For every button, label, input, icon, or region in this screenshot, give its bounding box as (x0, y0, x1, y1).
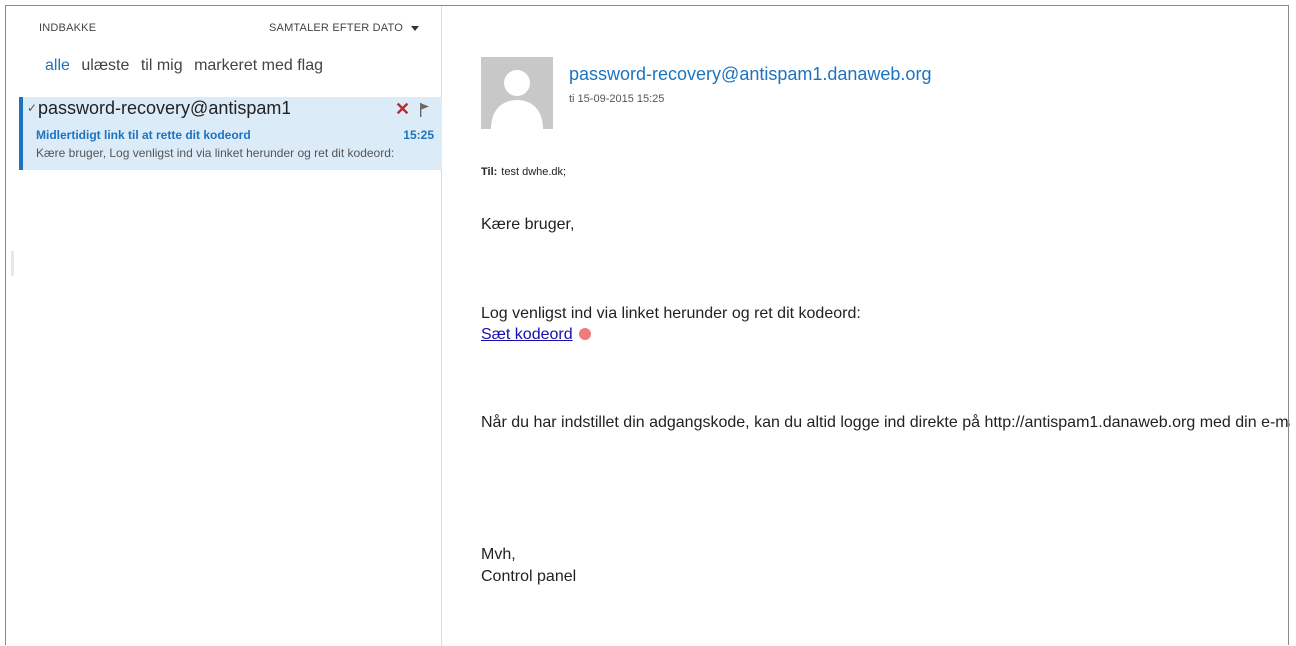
filter-all[interactable]: alle (45, 57, 70, 74)
sent-datetime: ti 15-09-2015 15:25 (569, 93, 665, 105)
pane-edge-marker (11, 251, 14, 276)
instruction-text: Log venligst ind via linket herunder og … (481, 305, 861, 322)
info-text: Når du har indstillet din adgangskode, k… (481, 414, 1290, 431)
reading-pane: password-recovery@antispam1.danaweb.org … (442, 6, 1290, 646)
recipient-line: Til: test dwhe.dk; (481, 166, 566, 178)
flag-icon[interactable] (419, 103, 431, 117)
to-label: Til: (481, 166, 498, 178)
filter-bar: alle ulæste til mig markeret med flag (45, 57, 330, 75)
message-preview: Kære bruger, Log venligst ind via linket… (36, 146, 395, 160)
status-dot (578, 328, 591, 340)
chevron-down-icon (411, 25, 419, 31)
check-icon[interactable]: ✓ (27, 101, 37, 115)
sort-dropdown[interactable]: SAMTALER EFTER DATO (269, 22, 419, 34)
message-sender: password-recovery@antispam1.danaweb.org (38, 98, 290, 118)
set-password-link[interactable]: Sæt kodeord (481, 326, 573, 343)
sender-address[interactable]: password-recovery@antispam1.danaweb.org (569, 64, 931, 85)
mail-window: INDBAKKE SAMTALER EFTER DATO alle ulæste… (5, 5, 1290, 646)
greeting: Kære bruger, (481, 216, 575, 233)
filter-unread[interactable]: ulæste (81, 57, 129, 74)
message-list-pane: INDBAKKE SAMTALER EFTER DATO alle ulæste… (11, 6, 442, 646)
folder-title: INDBAKKE (39, 22, 97, 34)
list-item[interactable]: ✓ password-recovery@antispam1.danaweb.or… (19, 97, 442, 170)
sort-label: SAMTALER EFTER DATO (269, 22, 403, 34)
message-time: 15:25 (403, 128, 434, 142)
message-subject: Midlertidigt link til at rette dit kodeo… (36, 128, 251, 142)
closing-text: Mvh, (481, 546, 516, 563)
link-line: Sæt kodeord (481, 326, 591, 344)
person-icon (491, 70, 543, 129)
filter-flagged[interactable]: markeret med flag (194, 57, 323, 74)
delete-icon[interactable]: ✕ (395, 99, 410, 120)
list-header: INDBAKKE SAMTALER EFTER DATO (39, 22, 419, 36)
filter-to-me[interactable]: til mig (141, 57, 183, 74)
recipient-value[interactable]: test dwhe.dk; (501, 166, 566, 178)
avatar (481, 57, 553, 129)
signature-text: Control panel (481, 568, 577, 585)
